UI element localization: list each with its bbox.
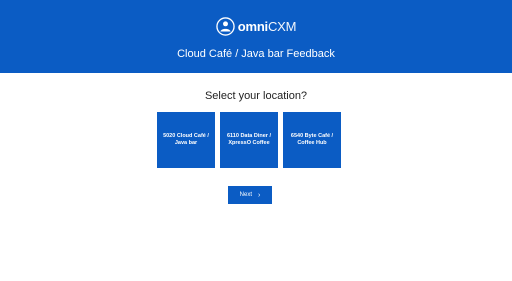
header-bar: omniCXM Cloud Café / Java bar Feedback [0,0,512,73]
location-option-label: 6540 Byte Café / Coffee Hub [290,133,334,146]
brand-logo: omniCXM [0,17,512,36]
location-option-5020[interactable]: 5020 Cloud Café / Java bar [157,112,215,168]
location-prompt: Select your location? [204,90,308,102]
location-option-label: 6110 Data Diner / XpressO Coffee [226,133,272,146]
next-button[interactable]: Next › [228,186,272,204]
person-icon [216,17,235,36]
brand-name-bold: omni [237,19,268,34]
brand-name-light: CXM [267,19,297,34]
page-title: Cloud Café / Java bar Feedback [177,48,335,60]
brand-name: omniCXM [238,17,297,36]
location-option-6110[interactable]: 6110 Data Diner / XpressO Coffee [220,112,278,168]
location-options: 5020 Cloud Café / Java bar 6110 Data Din… [157,112,341,168]
location-option-label: 5020 Cloud Café / Java bar [163,133,209,146]
next-button-label: Next [239,192,252,198]
location-option-6540[interactable]: 6540 Byte Café / Coffee Hub [283,112,341,168]
chevron-right-icon: › [258,191,261,199]
